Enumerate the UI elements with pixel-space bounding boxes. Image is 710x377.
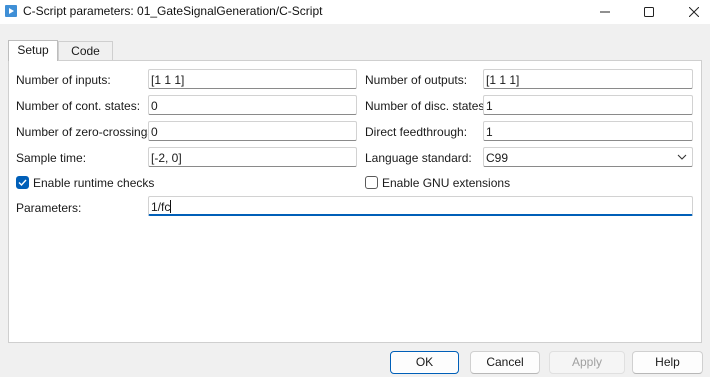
zero-crossings-label: Number of zero-crossings: [16,125,157,139]
minimize-button[interactable] [582,0,628,24]
language-standard-select[interactable]: C99 [483,147,693,167]
gnu-extensions-checkbox[interactable] [365,176,378,189]
maximize-button[interactable] [626,0,672,24]
outputs-field[interactable]: [1 1 1] [483,69,693,89]
maximize-icon [644,7,654,17]
cancel-button[interactable]: Cancel [470,351,540,374]
disc-states-label: Number of disc. states: [365,99,488,113]
runtime-checks-label[interactable]: Enable runtime checks [33,176,154,190]
disc-states-field[interactable]: 1 [483,95,693,115]
check-icon [18,179,27,187]
parameters-value: 1/fc [151,200,171,214]
outputs-label: Number of outputs: [365,73,468,87]
apply-button[interactable]: Apply [549,351,625,374]
language-standard-label: Language standard: [365,151,472,165]
tab-code[interactable]: Code [58,41,113,60]
sample-time-field[interactable]: [-2, 0] [148,147,357,167]
cont-states-field[interactable]: 0 [148,95,357,115]
gnu-extensions-label[interactable]: Enable GNU extensions [382,176,510,190]
runtime-checks-checkbox[interactable] [16,176,29,189]
window-title: C-Script parameters: 01_GateSignalGenera… [23,4,323,18]
play-icon [5,5,17,17]
text-caret [170,200,172,213]
zero-crossings-field[interactable]: 0 [148,121,357,141]
minimize-icon [600,11,610,13]
language-standard-value: C99 [486,151,509,165]
direct-feedthrough-label: Direct feedthrough: [365,125,468,139]
inputs-label: Number of inputs: [16,73,111,87]
title-bar: C-Script parameters: 01_GateSignalGenera… [0,0,710,24]
ok-button[interactable]: OK [390,351,459,374]
parameters-label: Parameters: [16,201,82,215]
chevron-down-icon [677,154,687,160]
cont-states-label: Number of cont. states: [16,99,141,113]
inputs-field[interactable]: [1 1 1] [148,69,357,89]
tab-setup[interactable]: Setup [8,40,58,61]
sample-time-label: Sample time: [16,151,87,165]
direct-feedthrough-field[interactable]: 1 [483,121,693,141]
close-icon [689,7,699,17]
close-button[interactable] [671,0,710,24]
parameters-field[interactable]: 1/fc [148,196,693,216]
help-button[interactable]: Help [632,351,703,374]
